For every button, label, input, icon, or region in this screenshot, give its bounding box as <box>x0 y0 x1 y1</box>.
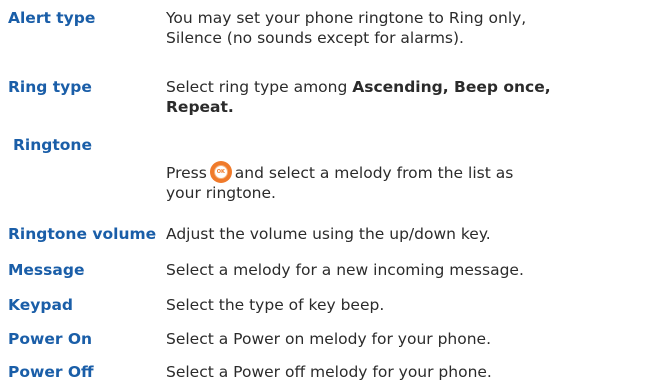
term-power-on: Power On <box>8 330 93 348</box>
ok-key-icon: OK <box>209 160 232 183</box>
desc-ringtone-volume: Adjust the volume using the up/down key. <box>166 224 652 244</box>
desc-ringtone-volume-line1: Adjust the volume using the up/down key. <box>166 225 491 243</box>
ok-key-label: OK <box>216 168 225 175</box>
term-alert-type: Alert type <box>8 9 96 27</box>
term-message: Message <box>8 261 85 279</box>
desc-message-line1: Select a melody for a new incoming messa… <box>166 261 524 279</box>
desc-ring-type-repeat: Repeat. <box>166 98 234 116</box>
term-keypad: Keypad <box>8 296 74 314</box>
desc-ringtone-line2: your ringtone. <box>166 184 276 202</box>
desc-power-on-line1: Select a Power on melody for your phone. <box>166 330 492 348</box>
desc-ring-type: Select ring type among Ascending, Beep o… <box>166 77 652 117</box>
desc-power-off-line1: Select a Power off melody for your phone… <box>166 363 492 381</box>
desc-ringtone-line1: Press OK and select a melody from the list… <box>166 160 652 183</box>
desc-ringtone: Press OK and select a melody from the list… <box>166 160 652 203</box>
desc-alert-type-line2: Silence (no sounds except for alarms). <box>166 29 464 47</box>
desc-ringtone-prefix: Press <box>166 164 207 182</box>
desc-keypad-line1: Select the type of key beep. <box>166 296 385 314</box>
desc-ring-type-line2: Repeat. <box>166 97 652 117</box>
term-power-off: Power Off <box>8 363 94 381</box>
desc-power-on: Select a Power on melody for your phone. <box>166 329 652 349</box>
term-ring-type: Ring type <box>8 78 92 96</box>
desc-message: Select a melody for a new incoming messa… <box>166 260 652 280</box>
desc-alert-type-line1: You may set your phone ringtone to Ring … <box>166 9 527 27</box>
desc-ring-type-line1: Select ring type among Ascending, Beep o… <box>166 77 652 97</box>
desc-ring-type-options: Ascending, Beep once, <box>352 78 551 96</box>
desc-ringtone-suffix: and select a melody from the list as <box>234 164 514 182</box>
desc-keypad: Select the type of key beep. <box>166 295 652 315</box>
term-ringtone: Ringtone <box>13 136 92 154</box>
desc-power-off: Select a Power off melody for your phone… <box>166 362 652 382</box>
term-ringtone-volume: Ringtone volume <box>8 225 157 243</box>
desc-ring-type-prefix: Select ring type among <box>166 78 353 96</box>
desc-alert-type: You may set your phone ringtone to Ring … <box>166 8 652 48</box>
